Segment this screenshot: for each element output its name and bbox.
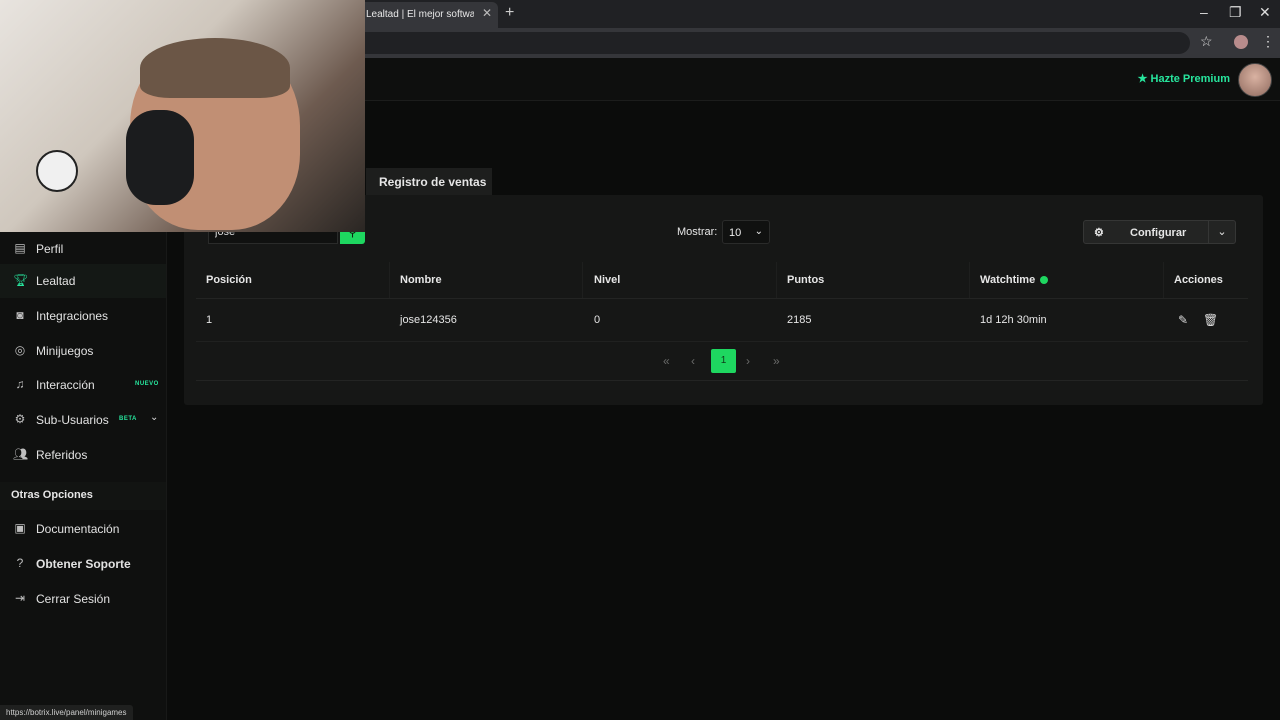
sidebar-item-label: Cerrar Sesión [36, 592, 111, 606]
music-icon: ♫ [15, 377, 25, 391]
cell-watchtime: 1d 12h 30min [980, 314, 1047, 326]
sidebar-item-label: Obtener Soporte [36, 557, 131, 571]
new-badge: NUEVO [135, 381, 159, 387]
column-header-nombre[interactable]: Nombre [400, 274, 442, 286]
sidebar-item-label: Documentación [36, 522, 120, 536]
close-window-icon[interactable]: ✕ [1259, 4, 1271, 21]
sign-out-icon: ⇥ [14, 591, 26, 605]
new-tab-button[interactable]: + [505, 4, 514, 22]
column-divider [389, 262, 390, 298]
star-icon: ★ [1137, 73, 1148, 85]
column-header-nivel[interactable]: Nivel [594, 274, 620, 286]
sidebar-item-soporte[interactable]: ? Obtener Soporte [0, 547, 166, 581]
edit-icon[interactable]: ✎ [1178, 313, 1188, 327]
chevron-down-icon: ⌄ [754, 226, 763, 237]
table-footer-divider [196, 380, 1248, 381]
sidebar-item-label: Minijuegos [36, 344, 94, 358]
column-divider [1163, 262, 1164, 298]
browser-menu-icon[interactable]: ⋮ [1261, 33, 1275, 50]
gamepad-icon: ◎ [14, 343, 26, 357]
sidebar-item-perfil[interactable]: ▤ Perfil [0, 232, 166, 266]
column-header-watchtime[interactable]: Watchtime [980, 274, 1049, 286]
sidebar: ▤ Perfil 🏆︎ Lealtad ◙ Integraciones ◎ Mi… [0, 232, 167, 720]
sidebar-item-documentacion[interactable]: ▣ Documentación [0, 512, 166, 546]
column-header-acciones: Acciones [1174, 274, 1223, 286]
first-page-button[interactable]: « [663, 354, 670, 368]
minimize-icon[interactable]: – [1200, 4, 1208, 20]
sidebar-item-label: Referidos [36, 448, 88, 462]
premium-link[interactable]: ★ Hazte Premium [1138, 72, 1230, 85]
address-bar[interactable] [340, 32, 1190, 54]
column-divider [969, 262, 970, 298]
sidebar-item-label: Lealtad [36, 274, 76, 288]
tab-registro-ventas[interactable]: Registro de ventas [366, 168, 492, 195]
sidebar-item-cerrar-sesion[interactable]: ⇥ Cerrar Sesión [0, 582, 166, 616]
sidebar-item-label: Integraciones [36, 309, 109, 323]
section-title-otras-opciones: Otras Opciones [11, 489, 93, 501]
info-icon[interactable] [1040, 276, 1049, 285]
show-entries-select[interactable]: 10 ⌄ [722, 220, 770, 244]
cell-position: 1 [206, 314, 213, 326]
cogs-icon: ⚙ [1094, 227, 1104, 239]
configure-button[interactable]: ⚙ Configurar [1083, 220, 1209, 244]
sidebar-item-label: Perfil [36, 242, 64, 256]
sidebar-item-sub-usuarios[interactable]: ⚙ Sub-Usuarios BETA ⌄ [0, 403, 166, 437]
person-hair [140, 38, 290, 98]
beta-badge: BETA [119, 416, 137, 422]
watchtime-label: Watchtime [980, 274, 1036, 286]
browser-profile-avatar[interactable] [1234, 35, 1248, 49]
premium-label: Hazte Premium [1150, 73, 1230, 85]
tab-label: Registro de ventas [379, 175, 487, 189]
chevron-down-icon: ⌄ [1217, 226, 1227, 238]
column-header-posicion[interactable]: Posición [206, 274, 252, 286]
bookmark-star-icon[interactable]: ☆ [1200, 33, 1213, 50]
user-friends-icon: 👥︎ [13, 447, 29, 461]
previous-page-button[interactable]: ‹ [691, 354, 695, 368]
configure-dropdown-toggle[interactable]: ⌄ [1208, 220, 1236, 244]
last-page-button[interactable]: » [773, 354, 780, 368]
column-divider [582, 262, 583, 298]
show-entries-value: 10 [729, 227, 742, 239]
sidebar-item-integraciones[interactable]: ◙ Integraciones [0, 299, 166, 333]
trophy-icon: 🏆︎ [13, 273, 29, 287]
book-icon: ▣ [14, 521, 26, 535]
header-divider [196, 298, 1248, 299]
status-bar-url: https://botrix.live/panel/minigames [0, 705, 133, 720]
users-cog-icon: ⚙ [14, 412, 26, 426]
sidebar-item-interaccion[interactable]: ♫ Interacción NUEVO [0, 368, 166, 402]
next-page-button[interactable]: › [746, 354, 750, 368]
sidebar-item-lealtad[interactable]: 🏆︎ Lealtad [0, 264, 166, 298]
id-card-icon: ▤ [14, 241, 26, 255]
chevron-down-icon[interactable]: ⌄ [150, 412, 158, 423]
sidebar-item-minijuegos[interactable]: ◎ Minijuegos [0, 334, 166, 368]
restore-icon[interactable]: ❐ [1229, 4, 1242, 21]
sidebar-item-label: Sub-Usuarios [36, 413, 109, 427]
webcam-overlay [0, 0, 365, 232]
sidebar-item-referidos[interactable]: 👥︎ Referidos [0, 438, 166, 472]
column-header-puntos[interactable]: Puntos [787, 274, 824, 286]
sidebar-item-label: Interacción [36, 378, 95, 392]
trash-icon[interactable]: 🗑︎ [1203, 313, 1218, 327]
cell-level: 0 [594, 314, 601, 326]
browser-tab-title: Lealtad | El mejor software para [366, 9, 474, 20]
cell-name: jose124356 [400, 314, 457, 326]
configure-label: Configurar [1130, 227, 1187, 239]
close-tab-icon[interactable]: ✕ [482, 6, 492, 20]
discord-icon: ◙ [16, 308, 24, 322]
browser-tab[interactable]: Lealtad | El mejor software para ✕ [358, 2, 498, 28]
column-divider [776, 262, 777, 298]
soccer-ball [36, 150, 78, 192]
row-divider [196, 341, 1248, 342]
user-avatar[interactable] [1238, 63, 1272, 97]
page-button-current[interactable]: 1 [711, 349, 736, 373]
headphones [126, 110, 194, 205]
show-label: Mostrar: [677, 226, 718, 238]
cell-points: 2185 [787, 314, 812, 326]
question-circle-icon: ? [16, 556, 24, 570]
